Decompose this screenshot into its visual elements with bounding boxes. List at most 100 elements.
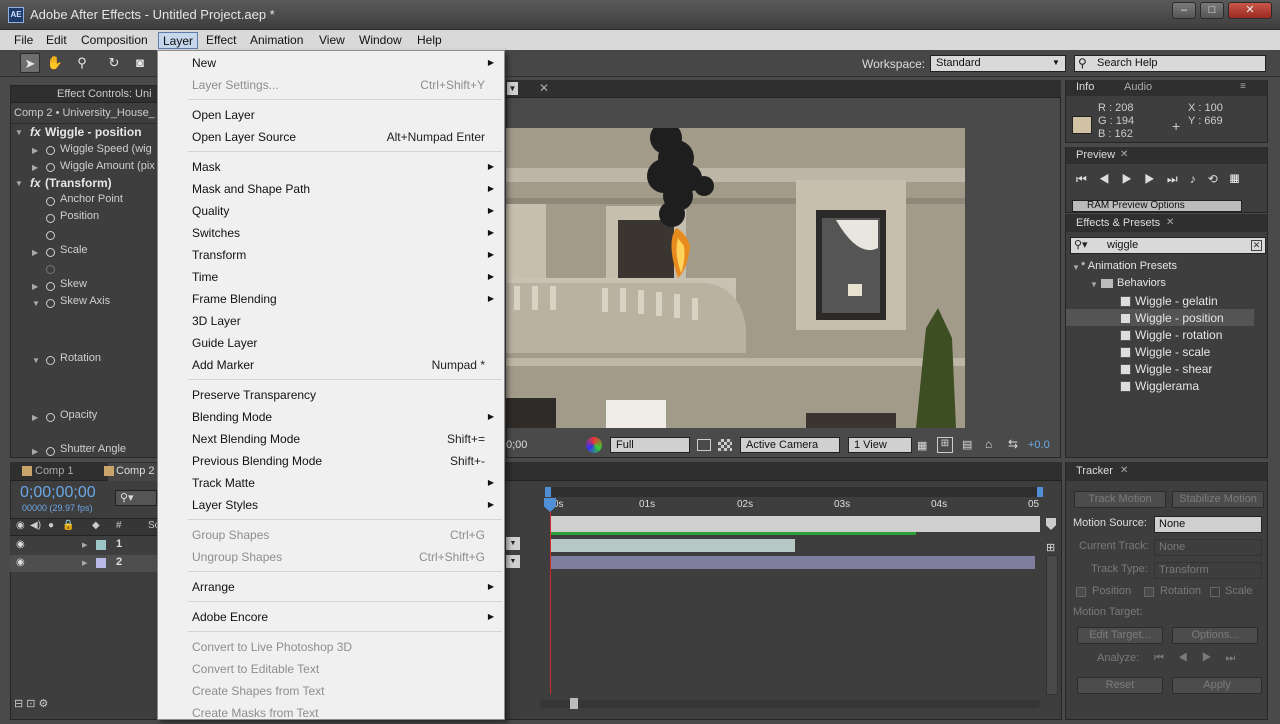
menu-item-frame-blending[interactable]: Frame Blending ▶ — [158, 288, 504, 310]
transparency-grid-icon[interactable] — [718, 439, 732, 451]
menu-item-convert-editable-text[interactable]: Convert to Editable Text — [158, 658, 504, 680]
clear-search-icon[interactable]: ✕ — [1251, 240, 1262, 251]
stopwatch-icon[interactable] — [46, 214, 55, 223]
layer-label-color[interactable] — [96, 540, 106, 550]
stabilize-motion-button[interactable]: Stabilize Motion — [1172, 491, 1264, 508]
tab-preview[interactable]: Preview — [1076, 149, 1115, 161]
stopwatch-icon[interactable] — [46, 413, 55, 422]
collapse-arrow-icon[interactable]: ▶ — [32, 447, 38, 456]
menu-item-mask[interactable]: Mask ▶ — [158, 156, 504, 178]
menu-item-switches[interactable]: Switches ▶ — [158, 222, 504, 244]
menu-layer[interactable]: Layer — [158, 32, 199, 49]
timeline-vertical-scrollbar[interactable] — [1046, 555, 1058, 695]
scale-checkbox[interactable] — [1210, 587, 1220, 597]
rotate-tool-icon[interactable]: ↻ — [104, 53, 124, 73]
collapse-arrow-icon[interactable]: ▶ — [32, 248, 38, 257]
stopwatch-icon[interactable] — [46, 146, 55, 155]
preset-wiggle-shear[interactable]: Wiggle - shear — [1135, 362, 1212, 376]
menu-item-add-marker[interactable]: Add Marker Numpad * — [158, 354, 504, 376]
menu-item-next-blending-mode[interactable]: Next Blending Mode Shift+= — [158, 428, 504, 450]
stopwatch-icon[interactable] — [46, 282, 55, 291]
menu-effect[interactable]: Effect — [202, 32, 240, 49]
playback-controls-icon[interactable]: ⏮◀▶▶⏭♪⟲▦ — [1076, 172, 1251, 187]
stopwatch-icon[interactable] — [46, 197, 55, 206]
panel-menu-icon[interactable]: ≡ — [1240, 81, 1246, 92]
options-button[interactable]: Options... — [1172, 627, 1258, 644]
toggle-pixel-icon[interactable]: ▦ — [917, 439, 927, 452]
work-area-start-handle[interactable] — [545, 487, 551, 497]
stopwatch-icon[interactable] — [46, 163, 55, 172]
menu-item-new[interactable]: New ▶ — [158, 52, 504, 74]
work-area-bar[interactable] — [545, 487, 1043, 497]
viewer-timecode[interactable]: 0;00 — [506, 437, 536, 453]
color-channel-icon[interactable] — [586, 437, 602, 453]
animation-presets-folder[interactable]: * Animation Presets — [1081, 260, 1177, 272]
track-type-select[interactable]: Transform — [1154, 562, 1262, 579]
resolution-select[interactable]: Full — [610, 437, 690, 453]
stopwatch-icon[interactable] — [46, 447, 55, 456]
menu-item-preserve-transparency[interactable]: Preserve Transparency — [158, 384, 504, 406]
reset-button[interactable]: Reset — [1077, 677, 1163, 694]
menu-item-layer-styles[interactable]: Layer Styles ▶ — [158, 494, 504, 516]
effects-search-input[interactable]: wiggle — [1070, 237, 1266, 254]
menu-item-ungroup-shapes[interactable]: Ungroup Shapes Ctrl+Shift+G — [158, 546, 504, 568]
menu-item-guide-layer[interactable]: Guide Layer — [158, 332, 504, 354]
stopwatch-icon[interactable] — [46, 231, 55, 240]
preset-wiggle-rotation[interactable]: Wiggle - rotation — [1135, 328, 1222, 342]
close-panel-icon[interactable]: ✕ — [1120, 465, 1128, 476]
layer-expand-icon[interactable]: ▶ — [82, 541, 87, 549]
minimize-button[interactable]: – — [1172, 2, 1196, 19]
tab-comp-1[interactable]: Comp 1 — [35, 465, 74, 477]
menu-item-adobe-encore[interactable]: Adobe Encore ▶ — [158, 606, 504, 628]
collapse-arrow-icon[interactable]: ▶ — [32, 163, 38, 172]
collapse-arrow-icon[interactable]: ▶ — [32, 413, 38, 422]
exposure-value[interactable]: +0.0 — [1028, 439, 1050, 451]
collapse-arrow-icon[interactable]: ▶ — [32, 146, 38, 155]
toggle-switches-icon[interactable]: ⊟ ⊡ ⚙ — [14, 697, 48, 710]
reset-exposure-icon[interactable]: ⇆ — [1008, 437, 1018, 451]
menu-item-open-layer[interactable]: Open Layer — [158, 104, 504, 126]
menu-item-layer-settings[interactable]: Layer Settings... Ctrl+Shift+Y — [158, 74, 504, 96]
effect-wiggle-position[interactable]: Wiggle - position — [45, 125, 142, 139]
preset-wiggle-gelatin[interactable]: Wiggle - gelatin — [1135, 294, 1218, 308]
current-time-indicator[interactable] — [550, 498, 551, 694]
preset-wiggle-position[interactable]: Wiggle - position — [1135, 311, 1224, 325]
timeline-icon[interactable]: ▤ — [962, 438, 972, 451]
expand-arrow-icon[interactable]: ▼ — [1090, 280, 1098, 289]
menu-composition[interactable]: Composition — [77, 32, 152, 49]
current-time-display[interactable]: 0;00;00;00 — [20, 484, 96, 502]
menu-item-mask-shape-path[interactable]: Mask and Shape Path ▶ — [158, 178, 504, 200]
layer-expand-icon[interactable]: ▶ — [82, 559, 87, 567]
close-button[interactable]: ✕ — [1228, 2, 1272, 19]
comp-button-icon[interactable]: ⊞ — [1046, 541, 1055, 554]
menu-item-shapes-from-text[interactable]: Create Shapes from Text — [158, 680, 504, 702]
apply-button[interactable]: Apply — [1172, 677, 1262, 694]
region-of-interest-icon[interactable] — [697, 439, 711, 451]
collapse-arrow-icon[interactable]: ▶ — [32, 282, 38, 291]
preset-wiggle-scale[interactable]: Wiggle - scale — [1135, 345, 1210, 359]
workspace-select[interactable]: Standard — [930, 55, 1066, 72]
menu-item-quality[interactable]: Quality ▶ — [158, 200, 504, 222]
menu-item-3d-layer[interactable]: 3D Layer — [158, 310, 504, 332]
menu-view[interactable]: View — [315, 32, 349, 49]
close-panel-icon[interactable]: ✕ — [1120, 149, 1128, 160]
effect-controls-tab[interactable]: Effect Controls: Uni — [11, 86, 159, 103]
hand-tool-icon[interactable]: ✋ — [45, 53, 65, 73]
preset-wigglerama[interactable]: Wigglerama — [1135, 379, 1199, 393]
position-checkbox[interactable] — [1076, 587, 1086, 597]
expand-arrow-icon[interactable]: ▼ — [1072, 263, 1080, 272]
visibility-eye-icon[interactable]: ◉ — [16, 539, 25, 550]
menu-item-open-layer-source[interactable]: Open Layer Source Alt+Numpad Enter — [158, 126, 504, 148]
effect-transform[interactable]: (Transform) — [45, 176, 112, 190]
flowchart-icon[interactable]: ⌂ — [985, 437, 992, 451]
menu-item-time[interactable]: Time ▶ — [158, 266, 504, 288]
layer-mode-dropdown-icon[interactable]: ▼ — [506, 537, 520, 550]
expand-arrow-icon[interactable]: ▼ — [32, 299, 40, 308]
expand-arrow-icon[interactable]: ▼ — [15, 179, 23, 188]
close-panel-icon[interactable]: ✕ — [1166, 217, 1174, 228]
analyze-controls-icon[interactable]: ⏮◀▶⏭ — [1154, 652, 1249, 665]
layer-search-input[interactable]: ⚲▾ — [115, 490, 157, 506]
stopwatch-icon[interactable] — [46, 248, 55, 257]
behaviors-folder[interactable]: Behaviors — [1117, 277, 1166, 289]
menu-item-track-matte[interactable]: Track Matte ▶ — [158, 472, 504, 494]
